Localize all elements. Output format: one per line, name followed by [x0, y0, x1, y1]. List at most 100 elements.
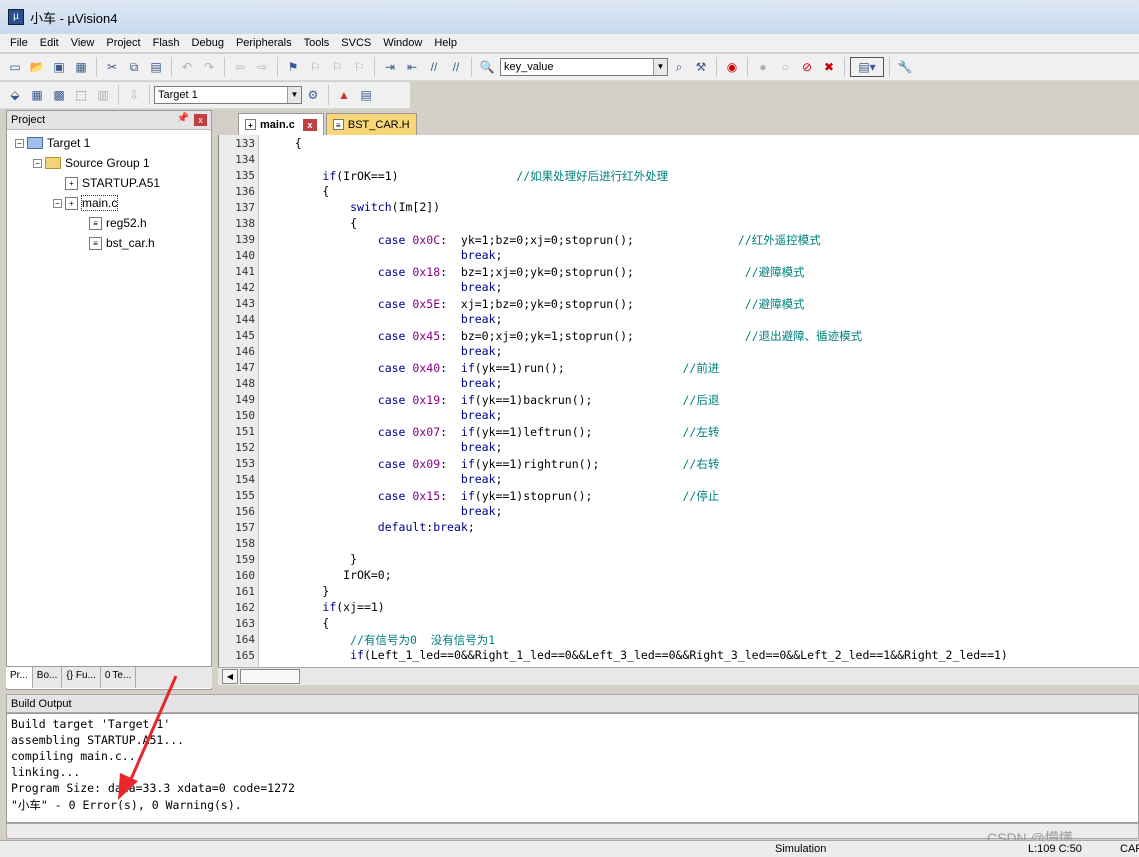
menu-help[interactable]: Help	[434, 37, 457, 49]
build-output[interactable]: Build target 'Target 1' assembling STARTU…	[6, 713, 1139, 823]
uncomment-icon[interactable]: //	[446, 57, 466, 77]
manage-components-icon[interactable]: ▤	[356, 85, 376, 105]
code-line: break;	[460, 280, 503, 294]
status-mode: Simulation	[775, 843, 827, 855]
target-options-icon[interactable]: ⚙	[303, 85, 323, 105]
menu-file[interactable]: File	[10, 37, 28, 49]
code-line: break;	[460, 472, 503, 486]
prev-bookmark-icon[interactable]: ⚐	[305, 57, 325, 77]
horizontal-scrollbar[interactable]: ◀	[218, 667, 1139, 685]
tab-bst-car-h[interactable]: ≡ BST_CAR.H	[325, 113, 417, 135]
cut-icon[interactable]: ✂	[102, 57, 122, 77]
window-layout-icon[interactable]: ▤▾	[850, 57, 884, 77]
line-number: 157	[235, 521, 255, 534]
collapse-icon[interactable]: −	[15, 138, 24, 148]
chevron-down-icon[interactable]: ▼	[287, 87, 301, 103]
find-icon[interactable]: ⌕	[669, 57, 689, 77]
build-output-line: linking...	[11, 765, 81, 779]
debug-session-icon[interactable]: ◉	[722, 57, 742, 77]
batch-build-icon[interactable]: ⬚	[71, 85, 91, 105]
open-file-icon[interactable]: 📂	[27, 57, 47, 77]
collapse-icon[interactable]: −	[53, 198, 62, 208]
menu-debug[interactable]: Debug	[192, 37, 224, 49]
toolbar-separator	[889, 57, 890, 77]
breakpoint-enable-icon[interactable]: ○	[775, 57, 795, 77]
undo-icon[interactable]: ↶	[177, 57, 197, 77]
line-number-gutter: 133 134 135 136 137 138 139 140 141 142 143 144 145 1…	[219, 135, 259, 667]
code-editor[interactable]: 133 134 135 136 137 138 139 140 141 142 143 144 145 1…	[218, 135, 1139, 667]
line-number: 149	[235, 393, 255, 406]
code-line: break;	[460, 248, 503, 262]
tab-project[interactable]: Pr...	[6, 667, 33, 688]
line-number: 135	[235, 169, 255, 182]
kill-breakpoints-icon[interactable]: ✖	[819, 57, 839, 77]
build-icon[interactable]: ▦	[27, 85, 47, 105]
disable-breakpoints-icon[interactable]: ⊘	[797, 57, 817, 77]
tab-templates[interactable]: 0 Te...	[101, 667, 137, 688]
menu-view[interactable]: View	[71, 37, 95, 49]
comment-icon[interactable]: //	[424, 57, 444, 77]
save-icon[interactable]: ▣	[49, 57, 69, 77]
close-icon[interactable]: x	[302, 118, 317, 131]
tree-item-reg52[interactable]: ≡ reg52.h	[89, 216, 147, 230]
tab-main-c[interactable]: + main.c x	[238, 113, 324, 135]
breakpoint-icon[interactable]: ●	[753, 57, 773, 77]
find-in-files-icon[interactable]: 🔍	[477, 57, 497, 77]
redo-icon[interactable]: ↷	[199, 57, 219, 77]
next-bookmark-icon[interactable]: ⚐	[327, 57, 347, 77]
bookmark-icon[interactable]: ⚑	[283, 57, 303, 77]
scrollbar-thumb[interactable]	[240, 669, 300, 684]
stop-build-icon[interactable]: ▥	[93, 85, 113, 105]
line-number: 163	[235, 617, 255, 630]
nav-back-icon[interactable]: ⇦	[230, 57, 250, 77]
menu-svcs[interactable]: SVCS	[341, 37, 371, 49]
menu-project[interactable]: Project	[106, 37, 140, 49]
rebuild-icon[interactable]: ▩	[49, 85, 69, 105]
unindent-icon[interactable]: ⇤	[402, 57, 422, 77]
menu-window[interactable]: Window	[383, 37, 422, 49]
copy-icon[interactable]: ⧉	[124, 57, 144, 77]
menu-edit[interactable]: Edit	[40, 37, 59, 49]
menu-tools[interactable]: Tools	[304, 37, 330, 49]
indent-icon[interactable]: ⇥	[380, 57, 400, 77]
tab-functions[interactable]: {} Fu...	[62, 667, 101, 688]
find-combo[interactable]: key_value ▼	[500, 58, 668, 76]
menu-flash[interactable]: Flash	[153, 37, 180, 49]
scroll-left-icon[interactable]: ◀	[222, 669, 238, 684]
tree-item-main-c[interactable]: − + main.c	[53, 195, 119, 211]
asm-file-icon: +	[65, 176, 78, 190]
tree-item-source-group[interactable]: − Source Group 1	[33, 156, 150, 170]
line-number: 161	[235, 585, 255, 598]
chevron-down-icon[interactable]: ▼	[653, 59, 667, 75]
tree-item-bst-car[interactable]: ≡ bst_car.h	[89, 236, 155, 250]
code-area[interactable]: { if(IrOK==1) //如果处理好后进行红外处理 { switch(Im…	[267, 135, 1137, 667]
toolbar-separator	[277, 57, 278, 77]
pin-icon[interactable]: 📌	[177, 113, 189, 124]
code-line: case 0x07: if(yk==1)leftrun(); //左转	[377, 425, 720, 439]
save-all-icon[interactable]: ▦	[71, 57, 91, 77]
translate-icon[interactable]: ⬙	[5, 85, 25, 105]
toolbar-separator	[171, 57, 172, 77]
line-number: 164	[235, 633, 255, 646]
clear-bookmarks-icon[interactable]: ⚐	[349, 57, 369, 77]
configure-icon[interactable]: 🔧	[895, 57, 915, 77]
file-extensions-icon[interactable]: ▲	[334, 85, 354, 105]
toolbar-separator	[471, 57, 472, 77]
target-combo[interactable]: Target 1 ▼	[154, 86, 302, 104]
line-number: 152	[235, 441, 255, 454]
tab-books[interactable]: Bo...	[33, 667, 63, 688]
collapse-icon[interactable]: −	[33, 158, 42, 168]
build-output-scrollbar[interactable]	[6, 823, 1139, 839]
close-icon[interactable]: x	[194, 114, 207, 126]
new-file-icon[interactable]: ▭	[5, 57, 25, 77]
menu-peripherals[interactable]: Peripherals	[236, 37, 292, 49]
code-line: }	[267, 552, 358, 566]
tree-item-startup[interactable]: + STARTUP.A51	[65, 176, 160, 190]
download-icon[interactable]: ⇩	[124, 85, 144, 105]
main-toolbar: ▭ 📂 ▣ ▦ ✂ ⧉ ▤ ↶ ↷ ⇦ ⇨ ⚑ ⚐ ⚐ ⚐ ⇥ ⇤ // // …	[0, 54, 1139, 81]
project-panel-tabs: Pr... Bo... {} Fu... 0 Te...	[6, 666, 212, 688]
incremental-find-icon[interactable]: ⚒	[691, 57, 711, 77]
paste-icon[interactable]: ▤	[146, 57, 166, 77]
tree-item-target[interactable]: − Target 1	[15, 136, 90, 150]
nav-forward-icon[interactable]: ⇨	[252, 57, 272, 77]
